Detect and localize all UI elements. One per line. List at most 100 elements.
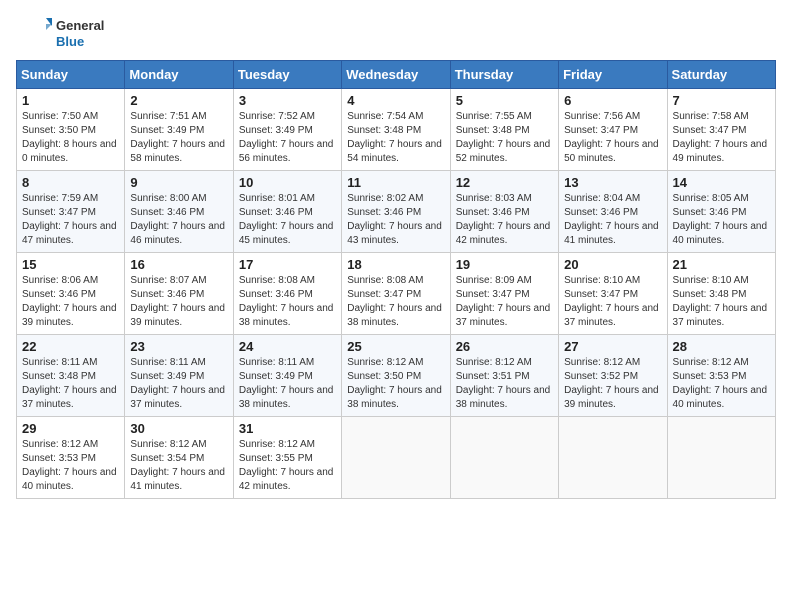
calendar-cell: 21 Sunrise: 8:10 AMSunset: 3:48 PMDaylig… [667, 253, 775, 335]
day-info: Sunrise: 8:01 AMSunset: 3:46 PMDaylight:… [239, 192, 336, 248]
calendar-week-4: 22 Sunrise: 8:11 AMSunset: 3:48 PMDaylig… [17, 335, 776, 417]
day-number: 8 [22, 175, 119, 190]
day-number: 22 [22, 339, 119, 354]
day-number: 9 [130, 175, 227, 190]
day-number: 28 [673, 339, 770, 354]
calendar-cell: 8 Sunrise: 7:59 AMSunset: 3:47 PMDayligh… [17, 171, 125, 253]
day-info: Sunrise: 8:12 AMSunset: 3:50 PMDaylight:… [347, 356, 444, 412]
day-number: 26 [456, 339, 553, 354]
day-number: 23 [130, 339, 227, 354]
day-info: Sunrise: 8:12 AMSunset: 3:52 PMDaylight:… [564, 356, 661, 412]
day-number: 16 [130, 257, 227, 272]
calendar-cell: 25 Sunrise: 8:12 AMSunset: 3:50 PMDaylig… [342, 335, 450, 417]
col-header-saturday: Saturday [667, 61, 775, 89]
day-info: Sunrise: 8:11 AMSunset: 3:49 PMDaylight:… [239, 356, 336, 412]
day-number: 2 [130, 93, 227, 108]
day-number: 5 [456, 93, 553, 108]
calendar-cell: 30 Sunrise: 8:12 AMSunset: 3:54 PMDaylig… [125, 417, 233, 499]
day-number: 7 [673, 93, 770, 108]
calendar-cell: 12 Sunrise: 8:03 AMSunset: 3:46 PMDaylig… [450, 171, 558, 253]
day-info: Sunrise: 8:08 AMSunset: 3:47 PMDaylight:… [347, 274, 444, 330]
col-header-wednesday: Wednesday [342, 61, 450, 89]
calendar-cell: 7 Sunrise: 7:58 AMSunset: 3:47 PMDayligh… [667, 89, 775, 171]
calendar-cell: 22 Sunrise: 8:11 AMSunset: 3:48 PMDaylig… [17, 335, 125, 417]
day-number: 12 [456, 175, 553, 190]
day-number: 11 [347, 175, 444, 190]
calendar-table: SundayMondayTuesdayWednesdayThursdayFrid… [16, 60, 776, 499]
col-header-sunday: Sunday [17, 61, 125, 89]
day-number: 13 [564, 175, 661, 190]
calendar-week-2: 8 Sunrise: 7:59 AMSunset: 3:47 PMDayligh… [17, 171, 776, 253]
day-info: Sunrise: 8:05 AMSunset: 3:46 PMDaylight:… [673, 192, 770, 248]
day-number: 18 [347, 257, 444, 272]
day-info: Sunrise: 8:12 AMSunset: 3:51 PMDaylight:… [456, 356, 553, 412]
logo-icon [16, 16, 52, 52]
calendar-cell: 13 Sunrise: 8:04 AMSunset: 3:46 PMDaylig… [559, 171, 667, 253]
calendar-cell: 24 Sunrise: 8:11 AMSunset: 3:49 PMDaylig… [233, 335, 341, 417]
calendar-cell: 31 Sunrise: 8:12 AMSunset: 3:55 PMDaylig… [233, 417, 341, 499]
day-number: 27 [564, 339, 661, 354]
day-number: 31 [239, 421, 336, 436]
day-info: Sunrise: 8:09 AMSunset: 3:47 PMDaylight:… [456, 274, 553, 330]
day-number: 20 [564, 257, 661, 272]
day-info: Sunrise: 8:10 AMSunset: 3:47 PMDaylight:… [564, 274, 661, 330]
calendar-cell [450, 417, 558, 499]
day-info: Sunrise: 8:11 AMSunset: 3:48 PMDaylight:… [22, 356, 119, 412]
day-info: Sunrise: 8:12 AMSunset: 3:55 PMDaylight:… [239, 438, 336, 494]
day-info: Sunrise: 7:54 AMSunset: 3:48 PMDaylight:… [347, 110, 444, 166]
day-number: 24 [239, 339, 336, 354]
day-info: Sunrise: 8:04 AMSunset: 3:46 PMDaylight:… [564, 192, 661, 248]
calendar-cell: 6 Sunrise: 7:56 AMSunset: 3:47 PMDayligh… [559, 89, 667, 171]
calendar-cell [559, 417, 667, 499]
calendar-cell: 4 Sunrise: 7:54 AMSunset: 3:48 PMDayligh… [342, 89, 450, 171]
day-number: 30 [130, 421, 227, 436]
calendar-cell: 2 Sunrise: 7:51 AMSunset: 3:49 PMDayligh… [125, 89, 233, 171]
col-header-tuesday: Tuesday [233, 61, 341, 89]
day-number: 15 [22, 257, 119, 272]
day-info: Sunrise: 7:55 AMSunset: 3:48 PMDaylight:… [456, 110, 553, 166]
calendar-cell: 20 Sunrise: 8:10 AMSunset: 3:47 PMDaylig… [559, 253, 667, 335]
day-info: Sunrise: 8:07 AMSunset: 3:46 PMDaylight:… [130, 274, 227, 330]
day-number: 10 [239, 175, 336, 190]
calendar-cell [342, 417, 450, 499]
calendar-cell [667, 417, 775, 499]
day-number: 21 [673, 257, 770, 272]
page-header: General Blue [16, 16, 776, 52]
calendar-cell: 29 Sunrise: 8:12 AMSunset: 3:53 PMDaylig… [17, 417, 125, 499]
col-header-monday: Monday [125, 61, 233, 89]
calendar-cell: 10 Sunrise: 8:01 AMSunset: 3:46 PMDaylig… [233, 171, 341, 253]
day-number: 3 [239, 93, 336, 108]
calendar-cell: 19 Sunrise: 8:09 AMSunset: 3:47 PMDaylig… [450, 253, 558, 335]
calendar-cell: 18 Sunrise: 8:08 AMSunset: 3:47 PMDaylig… [342, 253, 450, 335]
day-info: Sunrise: 7:56 AMSunset: 3:47 PMDaylight:… [564, 110, 661, 166]
calendar-cell: 28 Sunrise: 8:12 AMSunset: 3:53 PMDaylig… [667, 335, 775, 417]
logo-blue-text: Blue [56, 34, 104, 50]
calendar-cell: 27 Sunrise: 8:12 AMSunset: 3:52 PMDaylig… [559, 335, 667, 417]
day-info: Sunrise: 8:12 AMSunset: 3:53 PMDaylight:… [673, 356, 770, 412]
day-info: Sunrise: 8:11 AMSunset: 3:49 PMDaylight:… [130, 356, 227, 412]
day-number: 1 [22, 93, 119, 108]
logo-general-text: General [56, 18, 104, 34]
day-info: Sunrise: 8:00 AMSunset: 3:46 PMDaylight:… [130, 192, 227, 248]
day-number: 25 [347, 339, 444, 354]
calendar-week-1: 1 Sunrise: 7:50 AMSunset: 3:50 PMDayligh… [17, 89, 776, 171]
calendar-cell: 3 Sunrise: 7:52 AMSunset: 3:49 PMDayligh… [233, 89, 341, 171]
calendar-cell: 1 Sunrise: 7:50 AMSunset: 3:50 PMDayligh… [17, 89, 125, 171]
calendar-cell: 16 Sunrise: 8:07 AMSunset: 3:46 PMDaylig… [125, 253, 233, 335]
calendar-cell: 5 Sunrise: 7:55 AMSunset: 3:48 PMDayligh… [450, 89, 558, 171]
day-number: 6 [564, 93, 661, 108]
day-info: Sunrise: 7:52 AMSunset: 3:49 PMDaylight:… [239, 110, 336, 166]
calendar-cell: 9 Sunrise: 8:00 AMSunset: 3:46 PMDayligh… [125, 171, 233, 253]
day-number: 19 [456, 257, 553, 272]
day-info: Sunrise: 8:12 AMSunset: 3:53 PMDaylight:… [22, 438, 119, 494]
logo: General Blue [16, 16, 104, 52]
calendar-cell: 15 Sunrise: 8:06 AMSunset: 3:46 PMDaylig… [17, 253, 125, 335]
calendar-week-5: 29 Sunrise: 8:12 AMSunset: 3:53 PMDaylig… [17, 417, 776, 499]
day-info: Sunrise: 7:51 AMSunset: 3:49 PMDaylight:… [130, 110, 227, 166]
day-number: 4 [347, 93, 444, 108]
day-info: Sunrise: 7:59 AMSunset: 3:47 PMDaylight:… [22, 192, 119, 248]
day-info: Sunrise: 8:06 AMSunset: 3:46 PMDaylight:… [22, 274, 119, 330]
day-number: 17 [239, 257, 336, 272]
day-info: Sunrise: 7:50 AMSunset: 3:50 PMDaylight:… [22, 110, 119, 166]
calendar-week-3: 15 Sunrise: 8:06 AMSunset: 3:46 PMDaylig… [17, 253, 776, 335]
